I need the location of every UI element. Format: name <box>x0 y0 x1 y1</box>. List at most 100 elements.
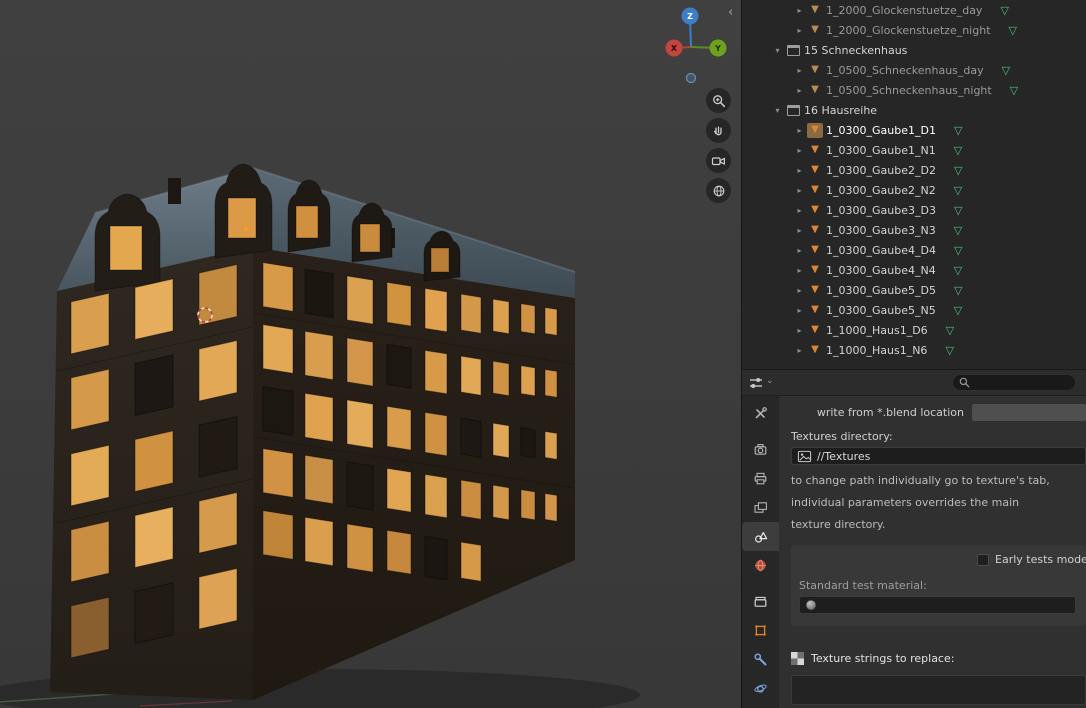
outliner-row[interactable]: 1_0300_Gaube2_N2 <box>742 180 1086 200</box>
expand-arrow-icon[interactable] <box>792 206 807 215</box>
tab-collection[interactable] <box>742 587 779 616</box>
tab-modifiers[interactable] <box>742 645 779 674</box>
object-type-icon[interactable] <box>807 183 823 198</box>
object-type-icon[interactable] <box>807 323 823 338</box>
object-type-icon[interactable] <box>807 83 823 98</box>
object-name[interactable]: 15 Schneckenhaus <box>801 44 907 57</box>
tab-physics[interactable] <box>742 674 779 703</box>
tab-view-layer[interactable] <box>742 493 779 522</box>
expand-arrow-icon[interactable] <box>792 286 807 295</box>
expand-arrow-icon[interactable] <box>792 346 807 355</box>
object-name[interactable]: 1_2000_Glockenstuetze_night <box>823 24 991 37</box>
outliner-row[interactable]: 1_0300_Gaube2_D2 <box>742 160 1086 180</box>
object-name[interactable]: 1_0300_Gaube1_N1 <box>823 144 936 157</box>
object-name[interactable]: 1_0300_Gaube3_D3 <box>823 204 936 217</box>
editor-type-button[interactable]: ⌄ <box>748 375 774 391</box>
early-tests-checkbox[interactable] <box>977 554 989 566</box>
expand-arrow-icon[interactable] <box>792 86 807 95</box>
expand-arrow-icon[interactable] <box>792 226 807 235</box>
object-type-icon[interactable] <box>807 123 823 138</box>
camera-view-button[interactable] <box>706 148 731 173</box>
expand-arrow-icon[interactable] <box>792 126 807 135</box>
search-input[interactable] <box>974 376 1069 389</box>
object-type-icon[interactable] <box>807 223 823 238</box>
object-type-icon[interactable] <box>807 3 823 18</box>
expand-arrow-icon[interactable] <box>792 186 807 195</box>
outliner-row[interactable]: 1_0300_Gaube5_D5 <box>742 280 1086 300</box>
expand-arrow-icon[interactable] <box>792 6 807 15</box>
expand-arrow-icon[interactable] <box>792 66 807 75</box>
object-name[interactable]: 1_1000_Haus1_D6 <box>823 324 928 337</box>
outliner-row[interactable]: 16 Hausreihe <box>742 100 1086 120</box>
tab-render[interactable] <box>742 435 779 464</box>
object-name[interactable]: 1_0300_Gaube4_N4 <box>823 264 936 277</box>
expand-arrow-icon[interactable] <box>792 146 807 155</box>
expand-arrow-icon[interactable] <box>792 26 807 35</box>
standard-material-field[interactable] <box>799 596 1076 614</box>
hand-icon <box>712 124 726 138</box>
outliner-row[interactable]: 1_0300_Gaube4_N4 <box>742 260 1086 280</box>
object-name[interactable]: 1_0300_Gaube3_N3 <box>823 224 936 237</box>
expand-arrow-icon[interactable] <box>792 266 807 275</box>
tab-output[interactable] <box>742 464 779 493</box>
expand-arrow-icon[interactable] <box>770 46 785 55</box>
outliner-row[interactable]: 1_0300_Gaube1_D1 <box>742 120 1086 140</box>
object-name[interactable]: 1_0300_Gaube5_D5 <box>823 284 936 297</box>
search-box[interactable] <box>952 374 1076 391</box>
object-name[interactable]: 16 Hausreihe <box>801 104 877 117</box>
outliner-row[interactable]: 1_0500_Schneckenhaus_day <box>742 60 1086 80</box>
object-name[interactable]: 1_0300_Gaube2_D2 <box>823 164 936 177</box>
expand-arrow-icon[interactable] <box>770 106 785 115</box>
outliner-row[interactable]: 1_2000_Glockenstuetze_day <box>742 0 1086 20</box>
object-name[interactable]: 1_0300_Gaube1_D1 <box>823 124 936 137</box>
object-type-icon[interactable] <box>807 163 823 178</box>
outliner-row[interactable]: 1_1000_Haus1_N6 <box>742 340 1086 360</box>
expand-arrow-icon[interactable] <box>792 326 807 335</box>
viewport-3d[interactable]: Z X Y <box>0 0 741 708</box>
tab-scene[interactable] <box>742 522 779 551</box>
object-name[interactable]: 1_0300_Gaube5_N5 <box>823 304 936 317</box>
outliner-row[interactable]: 1_0300_Gaube3_D3 <box>742 200 1086 220</box>
object-type-icon[interactable] <box>807 343 823 358</box>
gizmo-negative-z-axis[interactable] <box>687 74 696 83</box>
outliner-row[interactable]: 1_0300_Gaube4_D4 <box>742 240 1086 260</box>
toggle-orthographic-button[interactable] <box>706 178 731 203</box>
outliner-row[interactable]: 1_0300_Gaube1_N1 <box>742 140 1086 160</box>
object-type-icon[interactable] <box>807 263 823 278</box>
outliner-row[interactable]: 15 Schneckenhaus <box>742 40 1086 60</box>
outliner-row[interactable]: 1_0500_Schneckenhaus_night <box>742 80 1086 100</box>
object-name[interactable]: 1_0500_Schneckenhaus_night <box>823 84 992 97</box>
move-view-button[interactable] <box>706 118 731 143</box>
object-type-icon[interactable] <box>807 143 823 158</box>
object-name[interactable]: 1_0300_Gaube2_N2 <box>823 184 936 197</box>
object-name[interactable]: 1_1000_Haus1_N6 <box>823 344 927 357</box>
object-name[interactable]: 1_0500_Schneckenhaus_day <box>823 64 984 77</box>
object-name[interactable]: 1_2000_Glockenstuetze_day <box>823 4 982 17</box>
object-type-icon[interactable] <box>785 103 801 118</box>
tab-object[interactable] <box>742 616 779 645</box>
object-type-icon[interactable] <box>807 283 823 298</box>
object-type-icon[interactable] <box>807 203 823 218</box>
zoom-button[interactable] <box>706 88 731 113</box>
region-collapse-icon[interactable]: ‹ <box>728 6 733 19</box>
object-type-icon[interactable] <box>807 63 823 78</box>
outliner-row[interactable]: 1_2000_Glockenstuetze_night <box>742 20 1086 40</box>
textures-directory-field[interactable]: //Textures <box>791 447 1086 465</box>
texture-strings-header[interactable]: Texture strings to replace: <box>791 652 1086 665</box>
object-type-icon[interactable] <box>807 243 823 258</box>
write-from-field[interactable] <box>972 404 1086 421</box>
expand-arrow-icon[interactable] <box>792 246 807 255</box>
outliner-row[interactable]: 1_1000_Haus1_D6 <box>742 320 1086 340</box>
outliner-row[interactable]: 1_0300_Gaube5_N5 <box>742 300 1086 320</box>
object-type-icon[interactable] <box>807 303 823 318</box>
tab-tool[interactable] <box>742 399 779 428</box>
expand-arrow-icon[interactable] <box>792 306 807 315</box>
texture-strings-field[interactable] <box>791 675 1086 705</box>
navigation-gizmo[interactable]: Z X Y <box>656 2 736 94</box>
object-type-icon[interactable] <box>785 43 801 58</box>
expand-arrow-icon[interactable] <box>792 166 807 175</box>
tab-world[interactable] <box>742 551 779 580</box>
outliner-row[interactable]: 1_0300_Gaube3_N3 <box>742 220 1086 240</box>
object-type-icon[interactable] <box>807 23 823 38</box>
object-name[interactable]: 1_0300_Gaube4_D4 <box>823 244 936 257</box>
